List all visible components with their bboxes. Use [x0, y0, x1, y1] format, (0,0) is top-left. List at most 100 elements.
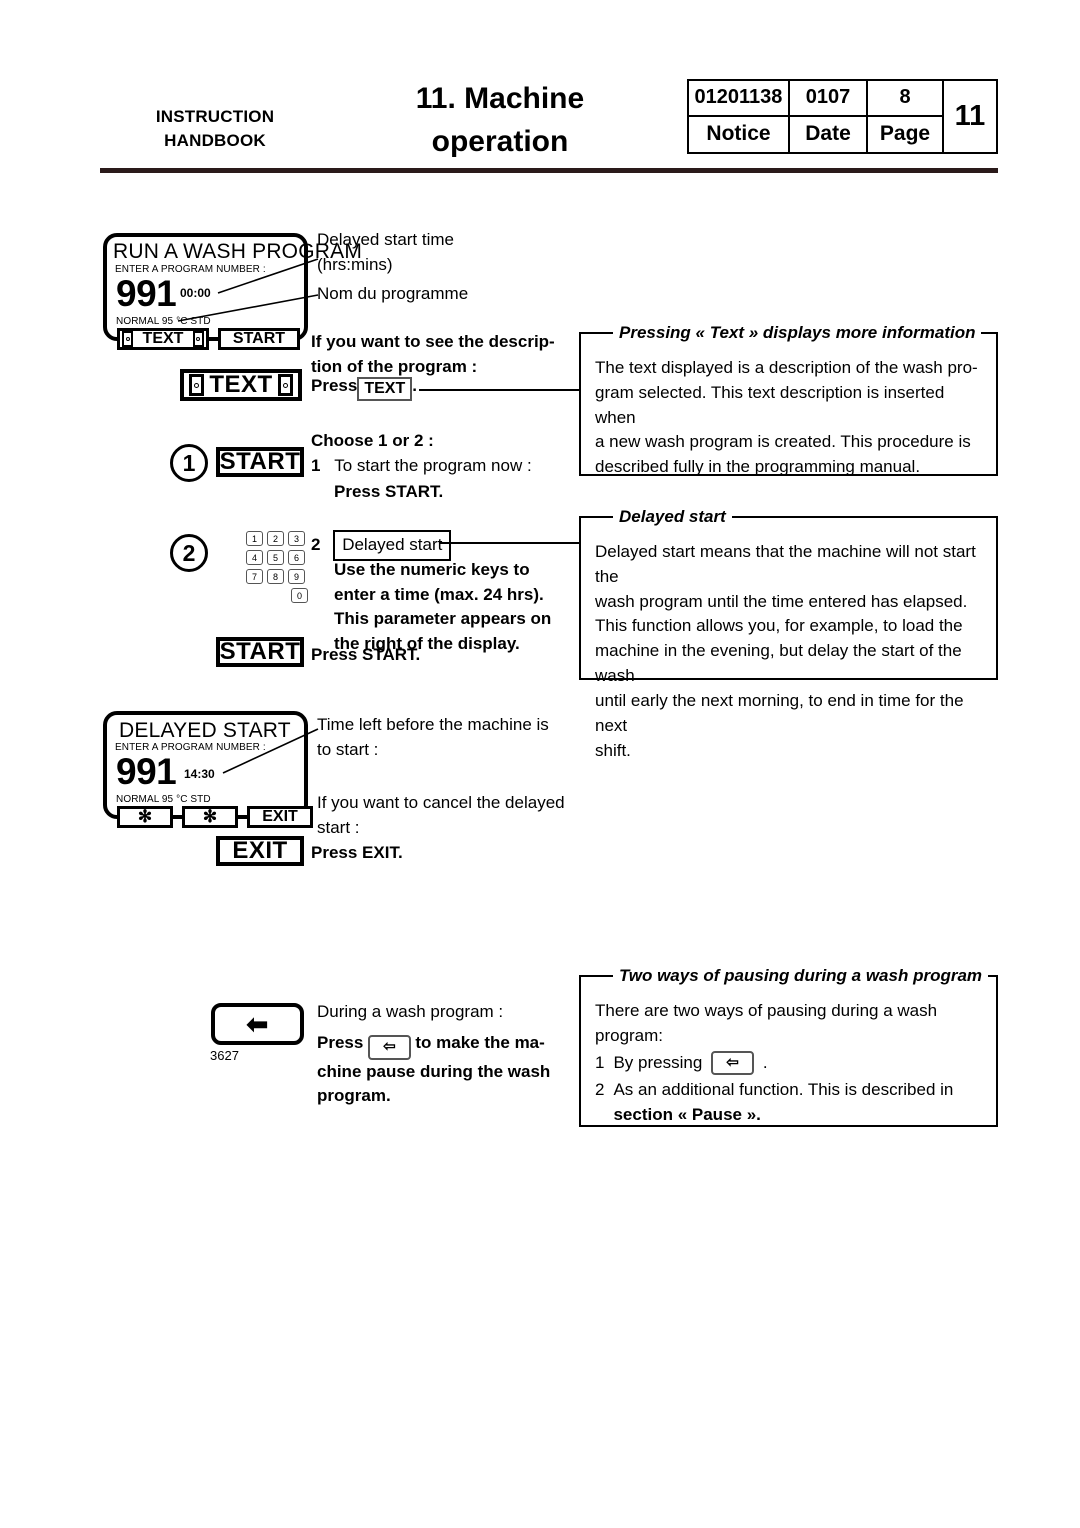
- callout-delayed-start: Delayed start Delayed start means that t…: [579, 507, 998, 760]
- inline-text-button[interactable]: TEXT: [357, 377, 413, 401]
- key-5[interactable]: 5: [267, 550, 284, 565]
- key-3[interactable]: 3: [288, 531, 305, 546]
- notice-value: 01201138: [689, 81, 788, 117]
- callout-text-info: Pressing « Text » displays more informat…: [579, 323, 998, 476]
- step-delayed-option2: 2 Delayed start: [311, 530, 452, 561]
- callout-pause-item1: 1 By pressing ⇦ .: [595, 1050, 982, 1076]
- display-delayed-cancel-text: If you want to cancel the delayed start …: [317, 791, 577, 840]
- step-pause-action-line1: Press ⇦ to make the ma-: [317, 1031, 562, 1060]
- callout-pause-item2: 2 As an additional function. This is des…: [595, 1078, 982, 1128]
- display-delayed-leader-lines: [222, 728, 319, 774]
- meta-col-chapter: 11: [944, 81, 996, 152]
- step-choose-option1-action: Press START.: [334, 482, 444, 501]
- numeric-keypad[interactable]: 1 2 3 4 5 6 7 8 9 0: [246, 531, 308, 607]
- callout-text-line3: a new wash program is created. This proc…: [595, 432, 971, 452]
- page-value: 8: [868, 81, 942, 117]
- callout-text-line1: The text displayed is a description of t…: [595, 358, 978, 377]
- callout-text-line4: described fully in the programming manua…: [595, 457, 921, 477]
- step-pause-action: Press ⇦ to make the ma- chine pause duri…: [317, 1031, 562, 1109]
- meta-col-date: 0107 Date: [790, 81, 868, 152]
- callout-pause-ways-legend: Two ways of pausing during a wash progra…: [613, 966, 989, 986]
- key-4[interactable]: 4: [246, 550, 263, 565]
- figure-number: 3627: [210, 1048, 239, 1063]
- callout-delayed-start-legend: Delayed start: [613, 507, 732, 527]
- step-text-action: Press TEXT.: [311, 374, 417, 401]
- step-text-heading: If you want to see the descrip- tion of …: [311, 330, 561, 379]
- keypad-row: 7 8 9: [246, 569, 308, 584]
- header-divider: [100, 168, 998, 173]
- connector-text-callout: [419, 389, 579, 391]
- display-run-time-label: Delayed start time (hrs:mins): [317, 228, 567, 277]
- callout-delayed-line5: until early the next morning, to end in …: [595, 690, 964, 735]
- callout-text-info-body: The text displayed is a description of t…: [581, 334, 996, 490]
- callout-pause-item2-line2: section « Pause ».: [613, 1105, 761, 1125]
- display-delayed-cancel-line1: If you want to cancel the delayed: [317, 793, 565, 812]
- key-0[interactable]: 0: [291, 588, 308, 603]
- key-7[interactable]: 7: [246, 569, 263, 584]
- display-run-time-label-line1: Delayed start time: [317, 230, 454, 249]
- step-delayed-body-line2: enter a time (max. 24 hrs).: [334, 584, 544, 604]
- callout-delayed-line4: machine in the evening, but delay the st…: [595, 641, 962, 686]
- key-9[interactable]: 9: [288, 569, 305, 584]
- callout-pause-item2-text: As an additional function. This is descr…: [613, 1078, 953, 1128]
- option2-number: 2: [311, 535, 321, 554]
- display-run-time-label-line2: (hrs:mins): [317, 254, 393, 274]
- handbook-label-line1: INSTRUCTION: [155, 107, 275, 126]
- text-button[interactable]: TEXT: [180, 369, 302, 401]
- exit-button[interactable]: EXIT: [216, 836, 304, 866]
- inline-pause-arrow-button[interactable]: ⇦: [711, 1050, 754, 1076]
- display-delayed-time-label-line1: Time left before the machine is: [317, 715, 549, 734]
- step-pause-action-prefix: Press: [317, 1033, 364, 1052]
- step-pause-action-line2: chine pause during the wash: [317, 1061, 551, 1081]
- notice-label: Notice: [706, 122, 771, 146]
- callout-delayed-line6: shift.: [595, 740, 631, 760]
- page-title-line2: operation: [431, 124, 569, 158]
- keypad-row: 4 5 6: [246, 550, 308, 565]
- callout-delayed-line3: This function allows you, for example, t…: [595, 616, 963, 636]
- step-text-heading-line1: If you want to see the descrip-: [311, 332, 555, 351]
- page-label: Page: [879, 122, 931, 146]
- step-delayed-body: Use the numeric keys to enter a time (ma…: [334, 558, 574, 657]
- date-value: 0107: [790, 81, 866, 117]
- callout-pause-item2-number: 2: [595, 1080, 605, 1100]
- document-meta-table: 01201138 Notice 0107 Date 8 Page 11: [687, 79, 998, 154]
- connector-delayed-callout: [440, 542, 579, 544]
- step-marker-2: 2: [170, 534, 208, 572]
- manual-page: INSTRUCTION HANDBOOK 11. Machine operati…: [0, 0, 1080, 1528]
- step-delayed-body-line3: This parameter appears on: [334, 609, 552, 629]
- callout-pause-ways: Two ways of pausing during a wash progra…: [579, 966, 998, 1128]
- inline-pause-arrow-button[interactable]: ⇦: [368, 1035, 411, 1060]
- chapter-number: 11: [954, 100, 986, 132]
- handbook-label: INSTRUCTION HANDBOOK: [100, 105, 330, 153]
- pause-arrow-button[interactable]: ⬅: [211, 1003, 304, 1045]
- return-arrow-icon: ⬅: [246, 1008, 269, 1039]
- key-6[interactable]: 6: [288, 550, 305, 565]
- option1-number: 1: [311, 456, 321, 475]
- callout-text-line2: gram selected. This text description is …: [595, 382, 945, 427]
- step-marker-1: 1: [170, 444, 208, 482]
- key-1[interactable]: 1: [246, 531, 263, 546]
- step-delayed-body-line1: Use the numeric keys to: [334, 560, 530, 579]
- step-text-action-prefix: Press: [311, 376, 358, 395]
- meta-col-page: 8 Page: [868, 81, 944, 152]
- delayed-start-label-box: Delayed start: [333, 530, 452, 561]
- keypad-row: 1 2 3: [246, 531, 308, 546]
- step-pause-intro: During a wash program :: [317, 1002, 504, 1021]
- step-pause-action-suffix: to make the ma-: [415, 1033, 545, 1052]
- text-button-label: TEXT: [209, 371, 273, 398]
- keypad-row: 0: [246, 588, 308, 603]
- meta-col-notice: 01201138 Notice: [689, 81, 790, 152]
- start-button-step2[interactable]: START: [216, 637, 304, 667]
- display-delayed-cancel-action: Press EXIT.: [311, 843, 403, 862]
- step-delayed-action: Press START.: [311, 645, 421, 664]
- page-title-line1: 11. Machine: [415, 82, 585, 115]
- step-choose-heading: Choose 1 or 2 :: [311, 431, 434, 450]
- key-2[interactable]: 2: [267, 531, 284, 546]
- start-button-step1[interactable]: START: [216, 447, 304, 477]
- callout-delayed-line1: Delayed start means that the machine wil…: [595, 542, 976, 586]
- callout-text-info-legend: Pressing « Text » displays more informat…: [613, 323, 982, 343]
- key-8[interactable]: 8: [267, 569, 284, 584]
- step-choose-option1: 1 To start the program now :: [311, 454, 532, 479]
- display-delayed-time-label: Time left before the machine is to start…: [317, 713, 572, 762]
- step-text-action-suffix: .: [412, 376, 417, 395]
